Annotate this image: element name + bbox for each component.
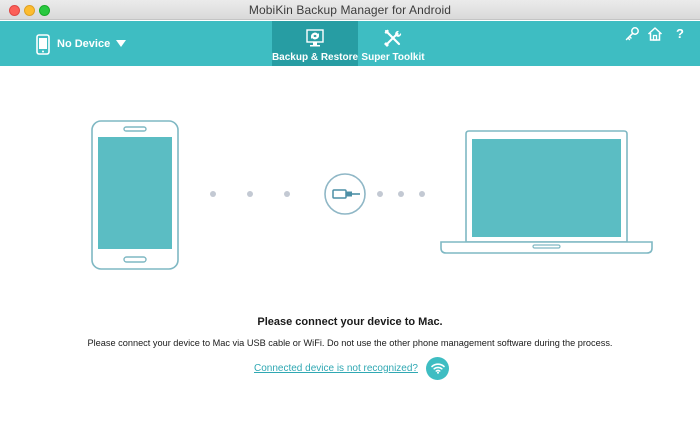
tab-backup-restore-label: Backup & Restore — [271, 52, 359, 63]
tools-icon — [384, 29, 402, 47]
wifi-icon — [430, 363, 445, 374]
backup-restore-icon — [306, 29, 324, 47]
title-bar: MobiKin Backup Manager for Android — [0, 0, 700, 20]
help-icon[interactable]: ? — [672, 26, 688, 42]
laptop-illustration — [440, 130, 653, 254]
app-window: MobiKin Backup Manager for Android No De… — [0, 0, 700, 448]
tab-super-toolkit-label: Super Toolkit — [361, 52, 425, 63]
phone-icon — [36, 33, 50, 55]
connect-instructions: Please connect your device to Mac via US… — [87, 338, 613, 348]
wifi-connect-button[interactable] — [426, 356, 449, 380]
tab-backup-restore[interactable]: Backup & Restore — [272, 21, 358, 66]
window-title: MobiKin Backup Manager for Android — [248, 3, 452, 17]
tab-super-toolkit[interactable]: Super Toolkit — [360, 21, 426, 66]
chevron-down-icon — [116, 40, 127, 47]
usb-connection-indicator — [210, 173, 425, 215]
key-icon[interactable] — [624, 26, 640, 42]
device-selector[interactable]: No Device — [36, 33, 127, 55]
help-row: Connected device is not recognized? — [254, 356, 449, 380]
connect-heading: Please connect your device to Mac. — [257, 316, 443, 328]
device-selector-label: No Device — [57, 38, 111, 50]
toolbar: No Device Backup & Restore Super Toolkit… — [0, 21, 700, 66]
phone-illustration — [91, 120, 179, 270]
home-icon[interactable] — [647, 26, 663, 42]
device-not-recognized-link[interactable]: Connected device is not recognized? — [254, 363, 418, 374]
